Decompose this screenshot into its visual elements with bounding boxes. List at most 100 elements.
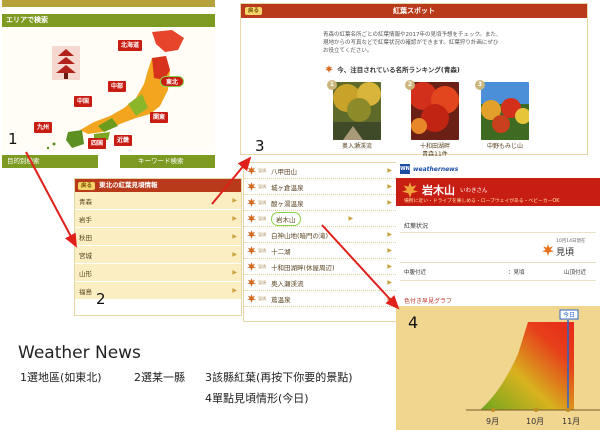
spot-item[interactable]: 見頃 城ヶ倉温泉 ▶ — [244, 179, 396, 195]
back-button[interactable]: 戻る — [78, 181, 96, 190]
region-kyushu[interactable]: 九州 — [34, 122, 53, 133]
pref-item-miyagi[interactable]: 宮城 ▶ — [75, 246, 241, 264]
pref-label: 福島 — [79, 287, 92, 296]
ranking-photo-2[interactable]: 2 十和田湖畔 青森11件 — [405, 80, 459, 158]
towada-photo — [409, 82, 459, 140]
month-label: 9月 — [486, 417, 500, 426]
pref-item-akita[interactable]: 秋田 ▶ — [75, 228, 241, 246]
spot-name: 十和田湖畔(休屋周辺) — [271, 263, 335, 272]
region-kanto[interactable]: 関東 — [150, 112, 169, 123]
maple-leaf-icon — [247, 230, 256, 239]
spot-item[interactable]: 見頃 奥入瀬渓流 ▶ — [244, 275, 396, 291]
koyo-spot-header: 戻る 紅葉スポット — [241, 4, 587, 18]
search-subtabs: 目的別検索 キーワード検索 — [2, 155, 215, 168]
chevron-right-icon: ▶ — [387, 183, 392, 190]
spot-status-tag: 見頃 — [258, 295, 266, 301]
current-date: 10月14日現在 — [556, 239, 586, 244]
pref-label: 山形 — [79, 269, 92, 278]
maple-leaf-icon — [402, 182, 418, 198]
tab-destination-search[interactable]: 目的別検索 — [2, 155, 98, 168]
ranking-title: 今、注目されている名所ランキング(青森) — [325, 64, 460, 74]
today-label: 今日 — [563, 312, 576, 319]
month-label: 10月 — [526, 417, 545, 426]
spot-item[interactable]: 見頃 酸ヶ湯温泉 ▶ — [244, 195, 396, 211]
prefecture-panel-header: 戻る 東北の紅葉見頃情報 — [75, 179, 241, 192]
pref-label: 宮城 — [79, 251, 92, 260]
caption-step-2: 2選某一縣 — [134, 371, 185, 384]
spot-item[interactable]: 見頃 岩木山 ▶ — [244, 211, 396, 227]
pref-item-aomori[interactable]: 青森 ▶ — [75, 192, 241, 210]
spot-name: 城ヶ倉温泉 — [271, 183, 304, 192]
region-tohoku[interactable]: 東北 — [160, 76, 185, 87]
region-kinki[interactable]: 近畿 — [114, 135, 133, 146]
area-search-heading: エリアで検索 — [2, 14, 215, 27]
region-chugoku[interactable]: 中国 — [74, 96, 93, 107]
chevron-right-icon: ▶ — [232, 197, 237, 204]
rank-number: 1 — [327, 80, 337, 90]
prefecture-panel-title: 東北の紅葉見頃情報 — [99, 181, 158, 189]
region-chubu[interactable]: 中部 — [108, 81, 127, 92]
region-hokkaido[interactable]: 北海道 — [118, 40, 143, 51]
chevron-right-icon: ▶ — [387, 231, 392, 238]
rank-number: 3 — [475, 80, 485, 90]
color-change-graph: 今日 9月 10月 11月 — [396, 306, 600, 430]
chevron-right-icon: ▶ — [387, 295, 392, 302]
ranking-photo-3[interactable]: 3 中野もみじ山 — [475, 80, 531, 150]
spot-title-bar: 岩木山 いわきさん 場所に近い・ドライブを楽しめる・ロープウェイがある・ベビーカ… — [396, 178, 600, 206]
koyo-spot-panel: 戻る 紅葉スポット 青森の紅葉名所ごとの紅葉情報や2017年の見頃予想をチェック… — [240, 3, 588, 158]
pref-item-yamagata[interactable]: 山形 ▶ — [75, 264, 241, 282]
chevron-right-icon: ▶ — [348, 215, 354, 222]
spot-name: 白神山地(暗門の滝) — [271, 231, 329, 240]
maple-leaf-icon — [542, 244, 554, 256]
spot-title-kana: いわきさん — [460, 188, 488, 194]
back-button[interactable]: 戻る — [245, 7, 263, 15]
spot-item[interactable]: 見頃 蔦温泉 ▶ — [244, 291, 396, 307]
photo-caption: 十和田湖畔 — [419, 143, 450, 150]
photo-caption: 奥入瀬渓流 — [341, 143, 372, 150]
maple-leaf-icon — [247, 166, 256, 175]
chevron-right-icon: ▶ — [232, 233, 237, 240]
divider — [400, 280, 596, 281]
spot-status-tag: 見頃 — [258, 167, 266, 173]
maple-leaf-icon — [247, 262, 256, 271]
color-graph-svg — [466, 309, 600, 412]
chevron-right-icon: ▶ — [387, 167, 392, 174]
maple-leaf-icon — [247, 198, 256, 207]
chevron-right-icon: ▶ — [387, 279, 392, 286]
step-number-1: 1 — [8, 130, 18, 148]
step-number-4: 4 — [408, 313, 419, 332]
spot-item[interactable]: 見頃 十二湖 ▶ — [244, 243, 396, 259]
spot-feature-links[interactable]: 場所に近い・ドライブを楽しめる・ロープウェイがある・ベビーカーOK — [404, 197, 559, 204]
pref-label: 岩手 — [79, 215, 92, 224]
mid-slope-value: ：見頃 — [508, 270, 525, 276]
tab-keyword-search[interactable]: キーワード検索 — [120, 155, 215, 168]
pref-label: 秋田 — [79, 233, 92, 242]
map-top-bar — [2, 0, 215, 7]
current-value: 見頃 — [556, 248, 575, 258]
spot-name: 十二湖 — [271, 247, 291, 256]
divider — [400, 232, 596, 233]
spot-item[interactable]: 見頃 白神山地(暗門の滝) ▶ — [244, 227, 396, 243]
spot-item[interactable]: 見頃 八甲田山 ▶ — [244, 163, 396, 179]
spot-status-tag: 見頃 — [258, 247, 266, 253]
color-graph-label: 色付き早見グラフ — [404, 298, 453, 305]
chevron-right-icon: ▶ — [387, 199, 392, 206]
photo-caption: 中野もみじ山 — [486, 143, 523, 150]
spot-name: 酸ヶ湯温泉 — [271, 199, 304, 208]
spot-item[interactable]: 見頃 十和田湖畔(休屋周辺) ▶ — [244, 259, 396, 275]
spot-name: 奥入瀬渓流 — [271, 279, 304, 288]
caption-step-3: 3該縣紅葉(再按下你要的景點) — [205, 371, 353, 384]
caption-step-1: 1選地區(如東北) — [20, 371, 102, 384]
spot-status-tag: 見頃 — [258, 199, 266, 205]
ranking-photo-1[interactable]: 1 奥入瀬渓流 — [327, 80, 381, 150]
chevron-right-icon: ▶ — [232, 251, 237, 258]
wn-mark-icon: WN — [400, 164, 410, 174]
maple-leaf-icon — [247, 294, 256, 303]
koyo-status-label: 紅葉状況 — [404, 223, 429, 230]
pref-item-iwate[interactable]: 岩手 ▶ — [75, 210, 241, 228]
caption-title: Weather News — [18, 343, 141, 363]
region-shikoku[interactable]: 四国 — [88, 138, 107, 149]
divider — [400, 262, 596, 263]
weathernews-panel: WN weathernews 岩木山 いわきさん 場所に近い・ドライブを楽しめる… — [396, 156, 600, 430]
rank-number: 2 — [405, 80, 415, 90]
